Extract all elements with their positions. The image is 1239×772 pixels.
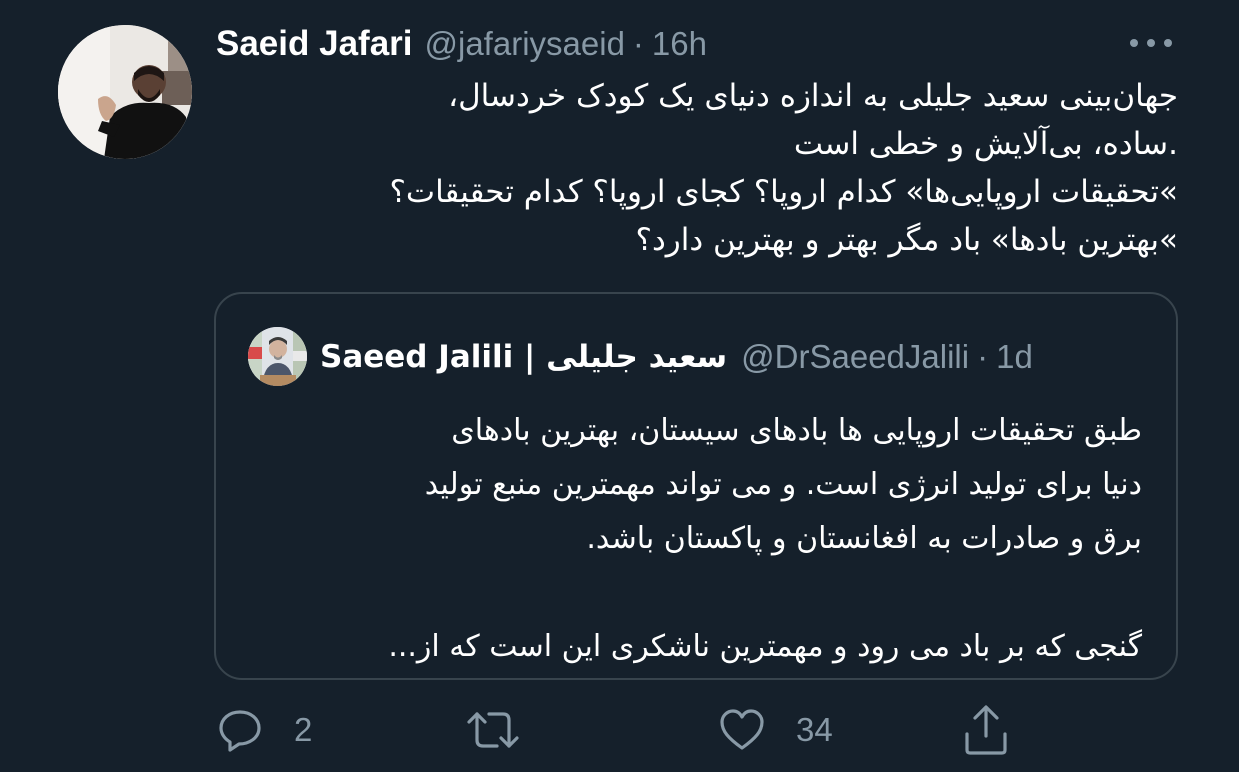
quoted-text-line: برق و صادرات به افغانستان و پاکستان باشد…	[586, 521, 1142, 556]
quoted-text-line: گنجی که بر باد می رود و مهمترین ناشکری ا…	[388, 629, 1142, 664]
retweet-icon	[465, 706, 521, 754]
more-horizontal-icon[interactable]	[1126, 28, 1176, 58]
like-button[interactable]: 34	[718, 704, 833, 756]
tweet-text: جهان‌بینی سعید جلیلی به اندازه دنیای یک …	[210, 72, 1178, 264]
tweet-text-line: »بهترین بادها» باد مگر بهتر و بهترین دار…	[635, 222, 1179, 258]
quoted-tweet-timestamp: 1d	[996, 338, 1033, 375]
tweet-header: Saeid Jafari @jafariysaeid · 16h	[216, 22, 707, 66]
heart-icon	[718, 706, 766, 754]
author-display-name[interactable]: Saeid Jafari	[216, 24, 413, 64]
share-icon	[962, 704, 1010, 756]
tweet-text-line: »تحقیقات اروپایی‌ها» کدام اروپا؟ کجای ار…	[389, 174, 1178, 210]
reply-count: 2	[294, 711, 313, 748]
quoted-text-line	[236, 566, 1142, 620]
tweet-text-line: جهان‌بینی سعید جلیلی به اندازه دنیای یک …	[448, 78, 1178, 114]
quoted-author-handle: @DrSaeedJalili	[741, 338, 970, 375]
quoted-author-display-name: Saeed Jalili | سعید جلیلی	[320, 339, 728, 375]
tweet-timestamp[interactable]: 16h	[652, 25, 707, 63]
quoted-tweet-header: Saeed Jalili | سعید جلیلی @DrSaeedJalili…	[320, 334, 1033, 380]
share-button[interactable]	[962, 704, 1010, 756]
quoted-author-avatar	[248, 327, 307, 386]
tweet-text-line: .ساده، بی‌آلایش و خطی است	[793, 126, 1178, 162]
quoted-tweet-text: طبق تحقیقات اروپایی ها بادهای سیستان، به…	[236, 404, 1142, 674]
reply-button[interactable]: 2	[216, 704, 312, 756]
quoted-text-line: دنیا برای تولید انرژی است. و می تواند مه…	[424, 467, 1142, 502]
reply-icon	[216, 706, 264, 754]
quoted-header-separator: ·	[977, 338, 989, 375]
author-avatar[interactable]	[58, 25, 192, 159]
like-count: 34	[796, 711, 833, 748]
author-handle[interactable]: @jafariysaeid	[425, 25, 625, 63]
header-separator: ·	[632, 25, 644, 62]
retweet-button[interactable]	[465, 704, 551, 756]
quoted-text-line: طبق تحقیقات اروپایی ها بادهای سیستان، به…	[451, 413, 1142, 448]
